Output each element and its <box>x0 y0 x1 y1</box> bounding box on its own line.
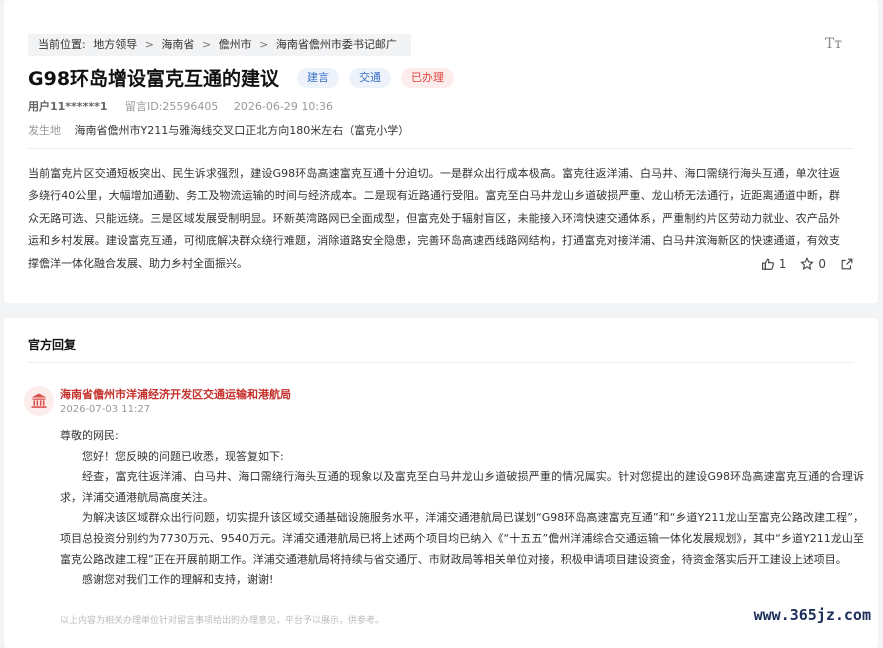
message-date: 2026-06-29 10:36 <box>233 100 334 113</box>
reply-greeting: 尊敬的网民: <box>60 429 119 442</box>
reply-card: 官方回复 海南省儋州市洋浦经济开发区交通运输和港航局 2026-07-03 11… <box>4 318 878 648</box>
page-title: G98环岛增设富克互通的建议 <box>28 68 280 90</box>
disclaimer-note: 以上内容为相关办理单位针对留言事项给出的办理意见，平台予以展示，供参考。 <box>60 616 385 626</box>
message-actions: 1 0 <box>747 257 858 271</box>
tag-traffic: 交通 <box>349 67 392 88</box>
share-icon <box>841 258 853 270</box>
status-badge: 已办理 <box>401 67 455 88</box>
reply-paragraph: 为解决该区域群众出行问题，切实提升该区域交通基础设施服务水平，洋浦交通港航局已谋… <box>60 511 864 566</box>
reply-paragraph: 感谢您对我们工作的理解和支持，谢谢! <box>82 573 274 587</box>
breadcrumb: 当前位置: 地方领导 > 海南省 > 儋州市 > 海南省儋州市委书记邮广 <box>28 34 411 56</box>
government-building-icon <box>31 393 47 408</box>
thumbs-up-icon <box>761 258 774 270</box>
breadcrumb-item-current[interactable]: 海南省儋州市委书记邮广 <box>276 38 397 51</box>
breadcrumb-separator: > <box>144 38 154 51</box>
star-count: 0 <box>818 257 826 271</box>
star-icon <box>800 257 815 271</box>
location-row: 发生地 海南省儋州市Y211与雅海线交叉口正北方向180米左右（富克小学） <box>28 122 409 138</box>
breadcrumb-separator: > <box>259 38 269 51</box>
user-name: 用户11******1 <box>28 100 108 113</box>
tag-suggestion: 建言 <box>297 67 340 88</box>
message-body: 当前富克片区交通短板突出、民生诉求强烈，建设G98环岛高速富克互通十分迫切。一是… <box>28 167 840 270</box>
favorite-button[interactable]: 0 <box>800 257 826 271</box>
location-value: 海南省儋州市Y211与雅海线交叉口正北方向180米左右（富克小学） <box>74 124 410 137</box>
reply-paragraph: 经查，富克往返洋浦、白马井、海口需绕行海头互通的现象以及富克至白马井龙山乡道破损… <box>60 470 864 504</box>
like-button[interactable]: 1 <box>761 257 787 271</box>
reply-time: 2026-07-03 11:27 <box>60 404 151 415</box>
reply-body: 尊敬的网民: 您好！您反映的问题已收悉，现答复如下: 经查，富克往返洋浦、白马井… <box>60 426 864 591</box>
location-label: 发生地 <box>28 124 61 137</box>
message-card: 当前位置: 地方领导 > 海南省 > 儋州市 > 海南省儋州市委书记邮广 Tт … <box>4 0 878 303</box>
breadcrumb-item-local-leaders[interactable]: 地方领导 <box>93 38 137 51</box>
breadcrumb-item-city[interactable]: 儋州市 <box>219 38 252 51</box>
reply-org-name: 海南省儋州市洋浦经济开发区交通运输和港航局 <box>60 388 291 401</box>
share-button[interactable] <box>840 257 858 271</box>
font-size-icon[interactable]: Tт <box>825 36 842 52</box>
message-id: 留言ID:25596405 <box>124 100 219 113</box>
divider <box>28 362 854 363</box>
reply-heading: 官方回复 <box>28 338 77 352</box>
like-count: 1 <box>778 257 787 271</box>
message-meta: 用户11******1 留言ID:25596405 2026-06-29 10:… <box>28 98 333 114</box>
breadcrumb-separator: > <box>201 38 212 51</box>
breadcrumb-prefix: 当前位置: <box>38 38 86 51</box>
divider <box>28 148 854 149</box>
breadcrumb-item-province[interactable]: 海南省 <box>161 38 194 51</box>
avatar <box>24 386 54 416</box>
title-row: G98环岛增设富克互通的建议 建言 交通 已办理 <box>28 64 464 91</box>
watermark: www.365jz.com <box>749 606 875 624</box>
reply-paragraph: 您好！您反映的问题已收悉，现答复如下: <box>82 449 284 463</box>
